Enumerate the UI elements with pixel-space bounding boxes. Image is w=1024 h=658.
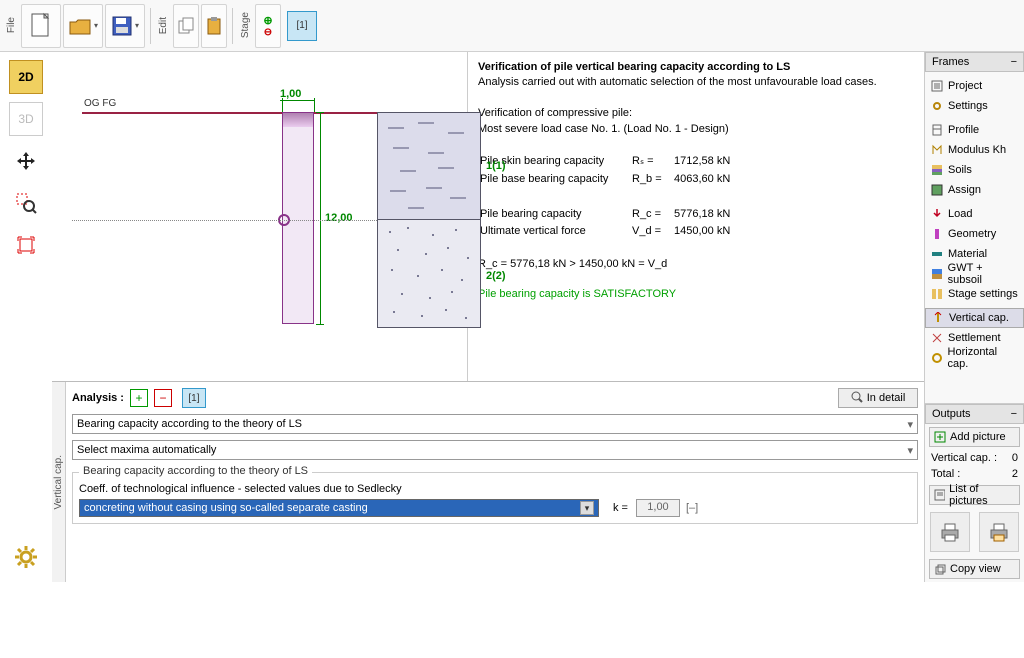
frame-soils[interactable]: Soils (925, 160, 1024, 180)
k-value: 1,00 (636, 499, 680, 517)
frame-gwt[interactable]: GWT + subsoil (925, 264, 1024, 284)
results-compare: R_c = 5776,18 kN > 1450,00 kN = V_d (478, 258, 667, 270)
analysis-label: Analysis : (72, 392, 124, 404)
add-pic-icon (934, 431, 946, 443)
frame-settlement[interactable]: Settlement (925, 328, 1024, 348)
right-sidebar: Frames− Project Settings Profile Modulus… (924, 52, 1024, 582)
frame-profile[interactable]: Profile (925, 120, 1024, 140)
results-sub: Analysis carried out with automatic sele… (478, 76, 877, 88)
frame-settings[interactable]: Settings (925, 96, 1024, 116)
outputs-panel: Outputs− Add picture Vertical cap. :0 To… (925, 403, 1024, 582)
method-select[interactable]: Bearing capacity according to the theory… (72, 414, 918, 434)
settlement-icon (931, 332, 943, 344)
open-button[interactable]: ▾ (63, 4, 103, 48)
outputs-total-count: Total :2 (925, 466, 1024, 482)
frame-stage-settings[interactable]: Stage settings (925, 284, 1024, 304)
stage-label: Stage (238, 12, 253, 38)
frame-vertical-cap[interactable]: Vertical cap. (925, 308, 1024, 328)
analysis-num[interactable]: [1] (182, 388, 206, 408)
frame-modulus[interactable]: Modulus Kh (925, 140, 1024, 160)
extents-button[interactable] (9, 228, 43, 262)
analysis-remove-button[interactable]: − (154, 389, 172, 407)
stage-icon (931, 288, 943, 300)
minimize-icon[interactable]: − (1011, 408, 1017, 420)
origin-label: OG FG (84, 98, 116, 109)
results-table: Pile skin bearing capacityRₛ =1712,58 kN… (478, 152, 732, 189)
geometry-icon (931, 228, 943, 240)
pan-button[interactable] (9, 144, 43, 178)
magnifier-icon (851, 391, 863, 405)
k-unit: [–] (686, 502, 698, 514)
print-button-1[interactable] (930, 512, 970, 552)
frame-assign[interactable]: Assign (925, 180, 1024, 200)
main-toolbar: File ▾ ▾ Edit Stage ⊕⊖ [1] (0, 0, 1024, 52)
viewport-2d[interactable]: OG FG 1,00 12,00 (52, 52, 468, 381)
modulus-icon (931, 144, 943, 156)
frame-project[interactable]: Project (925, 76, 1024, 96)
file-label: File (4, 17, 19, 33)
edit-label: Edit (156, 17, 171, 34)
results-title: Verification of pile vertical bearing ca… (478, 61, 790, 73)
profile-icon (931, 124, 943, 136)
outputs-header: Outputs− (925, 404, 1024, 424)
dim-width: 1,00 (280, 88, 301, 100)
soil-layer-2 (377, 220, 481, 328)
settings-gear-button[interactable] (9, 540, 43, 574)
printer-icon (987, 520, 1011, 544)
soils-icon (931, 164, 943, 176)
frame-material[interactable]: Material (925, 244, 1024, 264)
analysis-panel: Analysis : + − [1] In detail Bearing cap… (66, 382, 924, 582)
list-icon (931, 80, 943, 92)
stage-add-button[interactable]: ⊕⊖ (255, 4, 281, 48)
gwt-icon (931, 268, 943, 280)
copy-icon (934, 563, 946, 575)
load-icon (931, 208, 943, 220)
soil1-label: 1(1) (486, 160, 506, 172)
add-picture-button[interactable]: Add picture (929, 427, 1020, 447)
results-case: Most severe load case No. 1. (Load No. 1… (478, 123, 729, 135)
stage-1-button[interactable]: [1] (287, 11, 317, 41)
k-label: k = (613, 502, 628, 514)
zoom-button[interactable] (9, 186, 43, 220)
results-verif: Verification of compressive pile: (478, 107, 632, 119)
frame-load[interactable]: Load (925, 204, 1024, 224)
in-detail-button[interactable]: In detail (838, 388, 918, 408)
print-button-2[interactable] (979, 512, 1019, 552)
dim-length: 12,00 (325, 212, 353, 224)
frames-header: Frames− (925, 52, 1024, 72)
gear-icon (931, 100, 943, 112)
minimize-icon[interactable]: − (1011, 56, 1017, 68)
results-ok: Pile bearing capacity is SATISFACTORY (478, 288, 676, 300)
frame-horizontal-cap[interactable]: Horizontal cap. (925, 348, 1024, 368)
coeff-label: Coeff. of technological influence - sele… (79, 483, 911, 495)
view-tools: 2D 3D (0, 52, 52, 582)
copy-button[interactable] (173, 4, 199, 48)
frames-list: Project Settings Profile Modulus Kh Soil… (925, 72, 1024, 372)
technology-select[interactable]: concreting without casing using so-calle… (79, 499, 599, 517)
view-2d-button[interactable]: 2D (9, 60, 43, 94)
hcap-icon (931, 352, 943, 364)
material-icon (931, 248, 943, 260)
soil-column (377, 112, 481, 330)
list-pic-icon (934, 489, 945, 501)
view-3d-button[interactable]: 3D (9, 102, 43, 136)
results-panel: Verification of pile vertical bearing ca… (468, 52, 924, 381)
outputs-vcap-count: Vertical cap. :0 (925, 450, 1024, 466)
bottom-tab: Vertical cap. (52, 382, 66, 582)
method-group: Bearing capacity according to the theory… (72, 472, 918, 524)
paste-button[interactable] (201, 4, 227, 48)
save-button[interactable]: ▾ (105, 4, 145, 48)
maxima-select[interactable]: Select maxima automatically▾ (72, 440, 918, 460)
printer-icon (938, 520, 962, 544)
soil2-label: 2(2) (486, 270, 506, 282)
copy-view-button[interactable]: Copy view (929, 559, 1020, 579)
new-button[interactable] (21, 4, 61, 48)
list-pictures-button[interactable]: List of pictures (929, 485, 1020, 505)
vcap-icon (932, 312, 944, 324)
frame-geometry[interactable]: Geometry (925, 224, 1024, 244)
assign-icon (931, 184, 943, 196)
analysis-add-button[interactable]: + (130, 389, 148, 407)
soil-layer-1 (377, 112, 481, 220)
